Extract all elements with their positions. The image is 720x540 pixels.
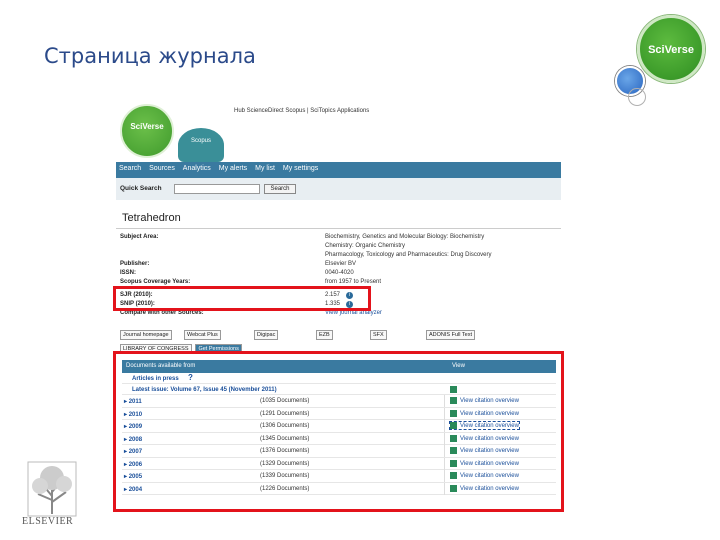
quick-search-input[interactable] [174,184,260,194]
journal-title: Tetrahedron [122,212,181,224]
sciverse-logo-text: SciVerse [648,44,694,56]
nav-search[interactable]: Search [116,162,144,172]
top-links[interactable]: Hub ScienceDirect Scopus | SciTopics App… [234,108,369,114]
sciverse-logo: SciVerse [637,15,705,83]
badge-webcat[interactable]: Webcat Plus [184,330,221,340]
info-key: Scopus Coverage Years: [120,279,191,285]
info-value: Pharmacology, Toxicology and Pharmaceuti… [325,252,492,258]
decorative-outline-circle [628,88,646,106]
info-value: Chemistry: Organic Chemistry [325,243,406,249]
link-badges: Journal homepage Webcat Plus Digipac EZB… [120,330,560,342]
info-value: 0040-4020 [325,270,354,276]
info-row: Subject Area: Biochemistry, Genetics and … [120,234,560,243]
quick-search-label: Quick Search [120,185,162,192]
nav-my-settings[interactable]: My settings [280,162,321,172]
info-row: Pharmacology, Toxicology and Pharmaceuti… [120,252,560,261]
sciverse-small-logo: SciVerse [120,104,174,158]
nav-analytics[interactable]: Analytics [180,162,214,172]
nav-sources[interactable]: Sources [146,162,178,172]
quick-search-bar: Quick Search Search [116,178,561,200]
info-row: Publisher: Elsevier BV [120,261,560,270]
nav-my-alerts[interactable]: My alerts [216,162,250,172]
info-row: ISSN: 0040-4020 [120,270,560,279]
info-value: from 1957 to Present [325,279,382,285]
info-key: Publisher: [120,261,150,267]
sjr-snip-highlight-box [113,286,371,311]
elsevier-tree-logo [27,461,77,517]
quick-search-button[interactable]: Search [264,184,296,194]
badge-sfx[interactable]: SFX [370,330,387,340]
info-value: Elsevier BV [325,261,357,267]
scopus-navbar: Search Sources Analytics My alerts My li… [116,162,561,178]
info-key: Subject Area: [120,234,159,240]
sciverse-small-logo-text: SciVerse [130,122,164,131]
info-value: Biochemistry, Genetics and Molecular Bio… [325,234,485,240]
divider [116,228,561,229]
badge-journal-homepage[interactable]: Journal homepage [120,330,172,340]
info-row: Chemistry: Organic Chemistry [120,243,560,252]
scopus-tab[interactable]: Scopus [178,128,224,162]
badge-digipac[interactable]: Digipac [254,330,279,340]
slide-title: Страница журнала [44,44,256,68]
nav-my-list[interactable]: My list [252,162,278,172]
elsevier-wordmark: ELSEVIER [22,516,74,527]
badge-adonis[interactable]: ADONIS Full Text [426,330,475,340]
info-key: ISSN: [120,270,137,276]
badge-ezb[interactable]: EZB [316,330,333,340]
documents-highlight-box [113,351,564,512]
compare-row: Compare with other Sources: View journal … [120,310,560,319]
